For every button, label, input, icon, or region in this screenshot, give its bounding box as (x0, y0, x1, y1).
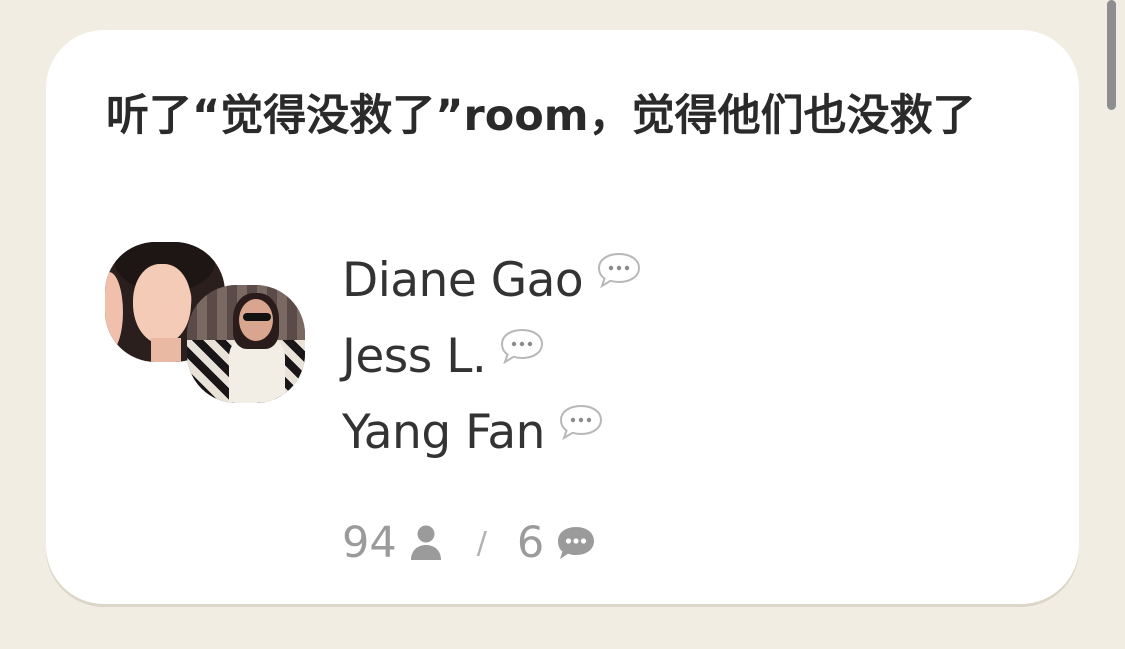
speech-bubble-icon (559, 404, 602, 440)
speaker-item[interactable]: Yang Fan (342, 402, 603, 462)
speaker-name: Diane Gao (342, 252, 584, 308)
listener-count: 94 (342, 518, 397, 568)
speech-bubble-icon (598, 252, 641, 288)
speaker-name: Yang Fan (342, 404, 545, 460)
chat-bubble-icon (558, 527, 595, 559)
speaker-name: Jess L. (342, 328, 487, 384)
speaker-item[interactable]: Jess L. (342, 326, 544, 386)
stats-separator: / (476, 525, 487, 561)
room-title: 听了“觉得没救了”room，觉得他们也没救了 (106, 91, 976, 141)
room-card[interactable]: 听了“觉得没救了”room，觉得他们也没救了 Diane Gao Jess L. (46, 30, 1079, 604)
scrollbar[interactable] (1107, 0, 1116, 110)
speech-bubble-icon (501, 328, 544, 364)
room-stats: 94 / 6 (342, 518, 596, 568)
speaker-count: 6 (516, 518, 545, 568)
speaker-item[interactable]: Diane Gao (342, 250, 641, 310)
avatar-jess-l[interactable] (187, 285, 305, 403)
person-icon (410, 525, 441, 560)
